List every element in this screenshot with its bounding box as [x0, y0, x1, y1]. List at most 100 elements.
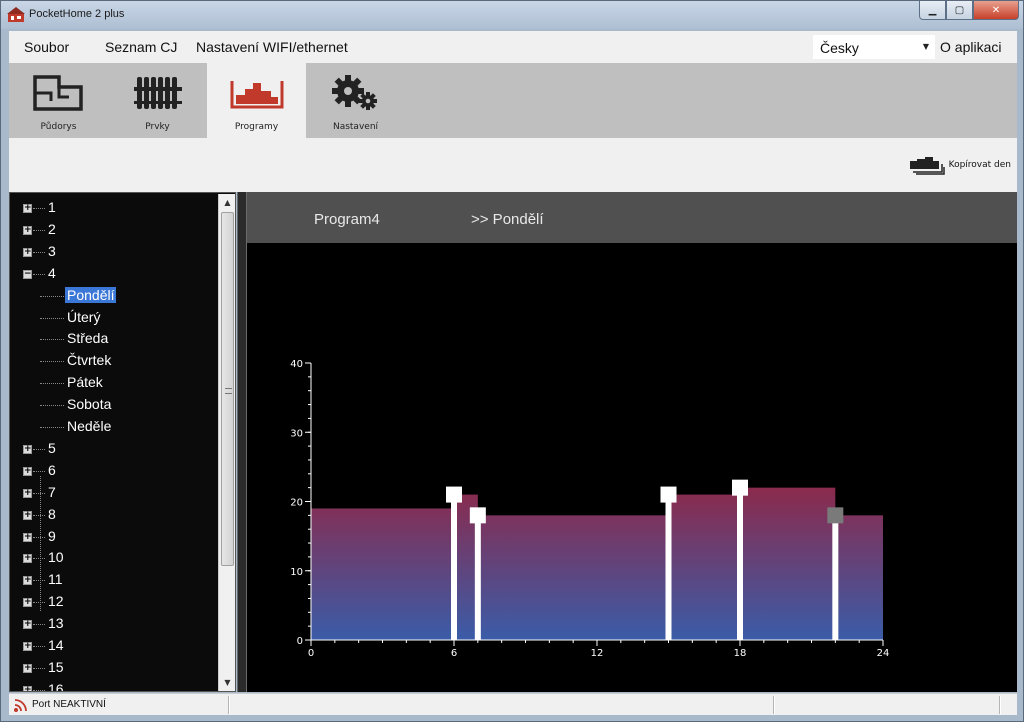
- expand-icon[interactable]: +: [23, 598, 32, 608]
- program-tree: +1 +2 +3−4 Pondělí Úterý Středa Čtvrtek Pátek So…: [9, 192, 236, 692]
- program-day: >> Pondělí: [471, 211, 544, 228]
- expand-icon[interactable]: +: [23, 444, 32, 454]
- tree-node[interactable]: −4: [10, 263, 218, 285]
- wifi-signal-icon: [14, 699, 27, 712]
- chart-area-segment: [311, 508, 454, 640]
- chart-area-segment: [740, 487, 836, 640]
- tree-node-label: 12: [48, 593, 64, 610]
- minimize-button[interactable]: ▁: [919, 1, 946, 20]
- tree-node-label: 6: [48, 461, 56, 478]
- tree-connector: [40, 427, 64, 428]
- tree-node[interactable]: +10: [10, 547, 218, 569]
- tree-node[interactable]: +16: [10, 679, 218, 691]
- expand-icon[interactable]: +: [23, 642, 32, 651]
- app-house-icon: [7, 7, 25, 22]
- status-divider: [773, 696, 775, 714]
- tab-floorplan[interactable]: Půdorys: [9, 63, 108, 138]
- menu-wifi-settings[interactable]: Nastavení WIFI/ethernet: [196, 39, 348, 55]
- expand-icon[interactable]: +: [23, 685, 32, 691]
- tree-node[interactable]: +7: [10, 482, 218, 504]
- tab-elements[interactable]: Prvky: [108, 63, 207, 138]
- expand-icon[interactable]: +: [23, 488, 32, 498]
- tree-day-label: Neděle: [67, 418, 112, 434]
- panel-splitter[interactable]: [237, 192, 247, 692]
- close-icon: ✕: [991, 4, 1001, 16]
- copy-day-button[interactable]: Kopírovat den: [909, 154, 1011, 176]
- menu-about[interactable]: O aplikaci: [940, 39, 1001, 55]
- tree-node[interactable]: +12: [10, 591, 218, 613]
- program-header: Program4 >> Pondělí: [247, 192, 1017, 243]
- program-chart-icon: [230, 81, 284, 109]
- y-tick-label: 10: [290, 567, 303, 578]
- x-tick-label: 0: [308, 648, 314, 659]
- tree-node-label: 1: [48, 199, 56, 215]
- tree-day-item[interactable]: Sobota: [10, 394, 218, 416]
- title-bar[interactable]: PocketHome 2 plus ▁ ▢ ✕: [1, 1, 1023, 29]
- program-editor: Program4 >> Pondělí 0 6 12 18 24 0 10 20 30 40: [247, 192, 1017, 692]
- tree-node[interactable]: +2: [10, 219, 218, 241]
- tree-connector: [33, 273, 45, 275]
- maximize-button[interactable]: ▢: [946, 1, 973, 20]
- tree-day-item[interactable]: Pátek: [10, 372, 218, 394]
- tree-connector: [40, 405, 64, 407]
- radiator-icon: [134, 77, 182, 109]
- scroll-down-icon[interactable]: ▼: [219, 674, 236, 691]
- tree-connector: [33, 689, 45, 691]
- expand-icon[interactable]: +: [23, 466, 32, 476]
- tree-node[interactable]: +13: [10, 613, 218, 635]
- tree-connector: [33, 208, 45, 209]
- temperature-chart[interactable]: 0 6 12 18 24 0 10 20 30 40: [247, 342, 1017, 692]
- tree-node[interactable]: +14: [10, 635, 218, 657]
- tree-day-item[interactable]: Čtvrtek: [10, 350, 218, 372]
- chevron-down-icon: ▼: [922, 42, 929, 51]
- tree-day-item[interactable]: Neděle: [10, 416, 218, 438]
- scroll-up-icon[interactable]: ▲: [219, 194, 236, 211]
- expand-icon[interactable]: +: [23, 576, 32, 586]
- expand-icon[interactable]: +: [23, 554, 32, 564]
- menu-cj-list[interactable]: Seznam CJ: [105, 39, 177, 55]
- collapse-icon[interactable]: −: [23, 269, 32, 279]
- gears-icon: [332, 75, 377, 110]
- tree-node[interactable]: +5: [10, 438, 218, 460]
- x-tick-label: 24: [877, 648, 890, 659]
- tree-node[interactable]: +15: [10, 657, 218, 679]
- program-name: Program4: [314, 211, 380, 228]
- expand-icon[interactable]: +: [23, 225, 32, 235]
- tree-node-label: 11: [48, 571, 63, 588]
- expand-icon[interactable]: +: [23, 510, 32, 520]
- expand-icon[interactable]: +: [23, 247, 32, 257]
- tree-node-label: 9: [48, 527, 56, 544]
- chart-handle-bar: [451, 494, 457, 640]
- tree-node[interactable]: +1: [10, 197, 218, 219]
- y-tick-label: 0: [297, 636, 303, 647]
- language-select[interactable]: Česky ▼: [812, 34, 936, 60]
- floorplan-icon: [33, 75, 83, 111]
- expand-icon[interactable]: +: [23, 204, 32, 213]
- tree-node[interactable]: +3: [10, 241, 218, 263]
- status-divider: [228, 696, 230, 714]
- tree-day-item[interactable]: Pondělí: [10, 285, 218, 307]
- expand-icon[interactable]: +: [23, 663, 32, 673]
- copy-day-icon: [909, 157, 945, 175]
- expand-icon[interactable]: +: [23, 532, 32, 542]
- expand-icon[interactable]: +: [23, 620, 32, 630]
- menu-bar: Soubor Seznam CJ Nastavení WIFI/ethernet…: [9, 31, 1017, 63]
- tree-day-item[interactable]: Středa: [10, 328, 218, 350]
- menu-file[interactable]: Soubor: [24, 39, 69, 55]
- tab-programs[interactable]: Programy: [207, 63, 306, 138]
- tree-node[interactable]: +8: [10, 504, 218, 526]
- chart-handle-knob: [732, 479, 748, 496]
- tree-connector: [33, 558, 45, 560]
- tree-node[interactable]: +11: [10, 569, 218, 591]
- tree-connector: [33, 646, 45, 647]
- scroll-thumb[interactable]: [221, 212, 234, 566]
- close-button[interactable]: ✕: [973, 1, 1019, 20]
- tab-settings[interactable]: Nastavení: [306, 63, 405, 138]
- tab-programs-label: Programy: [234, 122, 279, 132]
- tree-node[interactable]: +9: [10, 526, 218, 548]
- tree-day-item[interactable]: Úterý: [10, 307, 218, 329]
- tab-elements-label: Prvky: [145, 122, 170, 132]
- tree-scrollbar[interactable]: ▲ ▼: [218, 194, 235, 691]
- tree-day-label: Pátek: [67, 374, 103, 391]
- tree-node[interactable]: +6: [10, 460, 218, 482]
